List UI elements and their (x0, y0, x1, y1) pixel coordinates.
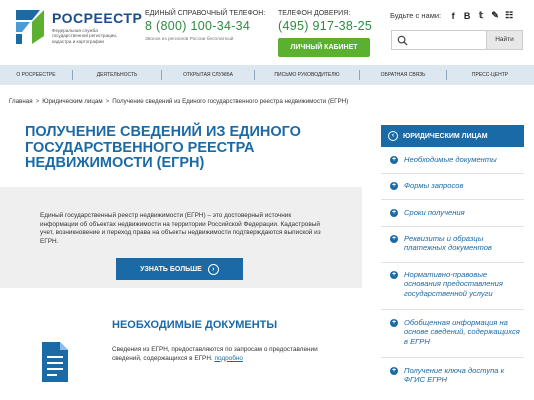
personal-cabinet-button[interactable]: ЛИЧНЫЙ КАБИНЕТ (278, 38, 370, 57)
breadcrumb-current: Получение сведений из Единого государств… (112, 98, 349, 105)
sidebar-divider (381, 309, 524, 310)
document-icon (42, 342, 68, 382)
trust-number[interactable]: (495) 917-38-25 (278, 19, 372, 33)
chevron-left-icon: ‹ (388, 131, 398, 141)
nav-item-about[interactable]: О РОСРЕЕСТРЕ (0, 65, 72, 85)
sidebar-item-label: Реквизиты и образцы платежных документов (404, 234, 492, 253)
plus-icon: + (390, 367, 398, 375)
sidebar-item-payment-details[interactable]: + Реквизиты и образцы платежных документ… (381, 234, 524, 253)
breadcrumb-home[interactable]: Главная (9, 98, 33, 105)
sidebar-divider (381, 199, 524, 200)
brand-name: РОСРЕЕСТР (52, 10, 143, 26)
sidebar-header[interactable]: ‹ ЮРИДИЧЕСКИМ ЛИЦАМ (381, 125, 524, 147)
search-box: Найти (391, 30, 523, 50)
nav-item-feedback[interactable]: ОБРАТНАЯ СВЯЗЬ (360, 65, 446, 85)
nav-item-press[interactable]: ПРЕСС-ЦЕНТР (447, 65, 533, 85)
plus-icon: + (390, 235, 398, 243)
search-button[interactable]: Найти (486, 31, 522, 49)
plus-icon: + (390, 209, 398, 217)
helpline-label: ЕДИНЫЙ СПРАВОЧНЫЙ ТЕЛЕФОН: (145, 10, 266, 17)
brand[interactable]: РОСРЕЕСТР Федеральная служба государстве… (52, 10, 142, 44)
breadcrumb-legal-entities[interactable]: Юридическим лицам (42, 98, 102, 105)
nav-item-letter[interactable]: ПИСЬМО РУКОВОДИТЕЛЮ (255, 65, 359, 85)
helpline-number[interactable]: 8 (800) 100-34-34 (145, 19, 265, 33)
sidebar-item-label: Обобщенная информация на основе сведений… (404, 318, 520, 346)
info-box: Единый государственный реестр недвижимос… (0, 187, 362, 288)
helpline: ЕДИНЫЙ СПРАВОЧНЫЙ ТЕЛЕФОН: 8 (800) 100-3… (145, 10, 265, 42)
sidebar-item-summary-info[interactable]: + Обобщенная информация на основе сведен… (381, 318, 524, 346)
info-text: Единый государственный реестр недвижимос… (40, 212, 321, 245)
social-label: Будьте с нами: (390, 11, 442, 20)
sidebar-item-label: Получение ключа доступа к ФГИС ЕГРН (404, 366, 505, 385)
learn-more-label: УЗНАТЬ БОЛЬШЕ (140, 265, 202, 273)
sidebar-divider (381, 173, 524, 174)
plus-icon: + (390, 182, 398, 190)
plus-icon: + (390, 319, 398, 327)
facebook-icon[interactable]: f (449, 11, 457, 21)
docs-details-link[interactable]: подробно (215, 355, 243, 362)
sidebar-item-label: Формы запросов (404, 181, 464, 190)
trust-label: ТЕЛЕФОН ДОВЕРИЯ: (278, 10, 351, 17)
main-nav: О РОСРЕЕСТРЕ ДЕЯТЕЛЬНОСТЬ ОТКРЫТАЯ СЛУЖБ… (0, 65, 534, 85)
breadcrumb: Главная > Юридическим лицам > Получение … (9, 98, 348, 105)
sidebar-divider (381, 357, 524, 358)
helpline-note: Звонок из регионов России бесплатный (145, 37, 234, 42)
rosreestr-logo-icon[interactable] (12, 6, 48, 46)
rss-icon[interactable]: ☷ (505, 10, 513, 21)
sidebar-item-label: Необходимые документы (404, 155, 497, 164)
learn-more-button[interactable]: УЗНАТЬ БОЛЬШЕ › (116, 258, 243, 280)
brand-subtitle: Федеральная служба государственной регис… (52, 28, 118, 44)
nav-item-open-service[interactable]: ОТКРЫТАЯ СЛУЖБА (162, 65, 254, 85)
sidebar-item-legal-basis[interactable]: + Нормативно-правовые основания предоста… (381, 270, 524, 298)
site-header: РОСРЕЕСТР Федеральная служба государстве… (0, 0, 534, 64)
docs-description: Сведения из ЕГРН, предоставляются по зап… (112, 346, 344, 363)
search-icon (397, 35, 408, 46)
page-title: ПОЛУЧЕНИЕ СВЕДЕНИЙ ИЗ ЕДИНОГО ГОСУДАРСТВ… (25, 124, 301, 171)
breadcrumb-separator: > (35, 98, 40, 105)
sidebar-divider (381, 226, 524, 227)
nav-item-activity[interactable]: ДЕЯТЕЛЬНОСТЬ (73, 65, 161, 85)
plus-icon: + (390, 156, 398, 164)
sidebar-item-request-forms[interactable]: + Формы запросов (381, 181, 524, 190)
sidebar-item-access-key[interactable]: + Получение ключа доступа к ФГИС ЕГРН (381, 366, 524, 385)
sidebar-item-documents[interactable]: + Необходимые документы (381, 155, 524, 164)
twitter-icon[interactable]: 𝕥 (477, 10, 485, 21)
social-links: Будьте с нами: f B 𝕥 ✎ ☷ (390, 10, 513, 21)
sidebar-item-label: Нормативно-правовые основания предоставл… (404, 270, 503, 298)
sidebar-item-label: Сроки получения (404, 208, 465, 217)
sidebar-header-label: ЮРИДИЧЕСКИМ ЛИЦАМ (403, 132, 488, 140)
sidebar-divider (381, 262, 524, 263)
youtube-icon[interactable]: ✎ (491, 10, 499, 21)
arrow-right-icon: › (207, 263, 219, 275)
vk-icon[interactable]: B (463, 11, 471, 21)
docs-section-title: НЕОБХОДИМЫЕ ДОКУМЕНТЫ (112, 319, 278, 331)
plus-icon: + (390, 271, 398, 279)
trust-line: ТЕЛЕФОН ДОВЕРИЯ: (495) 917-38-25 (278, 10, 372, 33)
breadcrumb-separator: > (105, 98, 110, 105)
sidebar-item-deadlines[interactable]: + Сроки получения (381, 208, 524, 217)
search-input[interactable] (412, 33, 484, 47)
